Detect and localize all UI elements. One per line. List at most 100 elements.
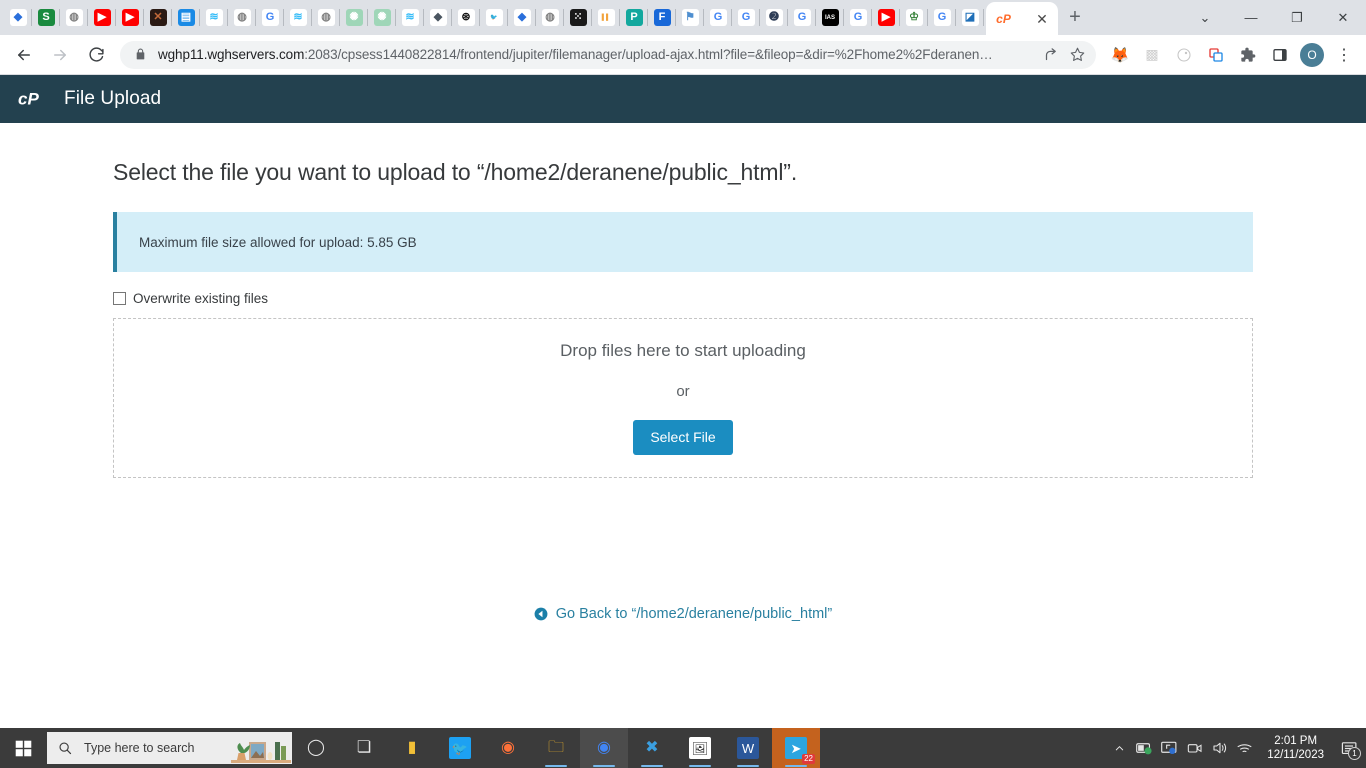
- wifi-icon[interactable]: [1232, 728, 1257, 768]
- go-back-link[interactable]: Go Back to “/home2/deranene/public_html”: [534, 606, 832, 622]
- background-tab-33[interactable]: G: [928, 0, 956, 35]
- lock-icon: [134, 48, 147, 61]
- background-tab-22[interactable]: P: [620, 0, 648, 35]
- dropzone-primary-text: Drop files here to start uploading: [560, 341, 806, 360]
- background-tab-24[interactable]: ⚑: [676, 0, 704, 35]
- background-tab-13[interactable]: ✺: [368, 0, 396, 35]
- search-input[interactable]: Type here to search: [47, 732, 292, 764]
- background-tab-20[interactable]: ⁙: [564, 0, 592, 35]
- background-tab-1[interactable]: S: [32, 0, 60, 35]
- background-tab-8[interactable]: ◍: [228, 0, 256, 35]
- tab-groups-icon[interactable]: [1201, 40, 1231, 70]
- background-tab-9[interactable]: G: [256, 0, 284, 35]
- overwrite-label[interactable]: Overwrite existing files: [133, 291, 268, 306]
- background-tab-31[interactable]: ▶: [872, 0, 900, 35]
- background-tab-32[interactable]: ♔: [900, 0, 928, 35]
- vs-code-icon[interactable]: ✖: [628, 728, 676, 768]
- screen-cast-icon[interactable]: [1157, 728, 1182, 768]
- background-tab-19[interactable]: ◍: [536, 0, 564, 35]
- forward-button[interactable]: [44, 39, 76, 71]
- twitter-icon[interactable]: 🐦: [436, 728, 484, 768]
- minimize-button[interactable]: —: [1228, 0, 1274, 35]
- background-tab-12[interactable]: ✺: [340, 0, 368, 35]
- maximize-button[interactable]: ❐: [1274, 0, 1320, 35]
- active-tab-cpanel[interactable]: cP ✕: [986, 2, 1058, 35]
- chrome-menu-icon[interactable]: ⋮: [1329, 40, 1359, 70]
- cpanel-header: cP File Upload: [0, 75, 1366, 123]
- power-bi-icon[interactable]: ▮: [388, 728, 436, 768]
- background-tab-0[interactable]: ◆: [4, 0, 32, 35]
- clock-time: 2:01 PM: [1274, 735, 1318, 747]
- background-tab-29[interactable]: IAS: [816, 0, 844, 35]
- background-tab-34[interactable]: ◪: [956, 0, 984, 35]
- task-view-icon[interactable]: ❏: [340, 728, 388, 768]
- favicon-waves-teal: ≋: [205, 9, 223, 26]
- bookmark-star-icon[interactable]: [1064, 47, 1090, 62]
- background-tab-28[interactable]: G: [788, 0, 816, 35]
- windows-taskbar: Type here to search ◯ ❏ ▮ 🐦 ◉ 🗀 ◉ ✖ 🖼 W ➤ 22: [0, 728, 1366, 768]
- favicon-flag-blue: ⚑: [681, 9, 699, 26]
- firefox-icon[interactable]: ◉: [484, 728, 532, 768]
- reload-button[interactable]: [80, 39, 112, 71]
- close-icon[interactable]: ✕: [1034, 12, 1050, 26]
- select-file-button[interactable]: Select File: [633, 420, 733, 455]
- google-chrome-icon[interactable]: ◉: [580, 728, 628, 768]
- metamask-extension-icon[interactable]: 🦊: [1105, 40, 1135, 70]
- background-tab-16[interactable]: ⊛: [452, 0, 480, 35]
- clock[interactable]: 2:01 PM 12/11/2023: [1257, 734, 1334, 762]
- background-tab-5[interactable]: ✕: [144, 0, 172, 35]
- back-button[interactable]: [8, 39, 40, 71]
- photos-icon[interactable]: 🖼: [676, 728, 724, 768]
- background-tab-17[interactable]: 🐦: [480, 0, 508, 35]
- file-explorer-icon[interactable]: 🗀: [532, 728, 580, 768]
- overwrite-existing-files-row[interactable]: Overwrite existing files: [113, 291, 1253, 306]
- side-panel-icon[interactable]: [1265, 40, 1295, 70]
- tab-search-icon[interactable]: ⌄: [1182, 0, 1228, 35]
- taskbar-pinned-apps: ◯ ❏ ▮ 🐦 ◉ 🗀 ◉ ✖ 🖼 W ➤ 22: [292, 728, 820, 768]
- background-tab-7[interactable]: ≋: [200, 0, 228, 35]
- background-tab-25[interactable]: G: [704, 0, 732, 35]
- extensions-puzzle-icon[interactable]: [1233, 40, 1263, 70]
- svg-text:cP: cP: [18, 90, 39, 109]
- action-center-icon[interactable]: 1: [1334, 728, 1364, 768]
- profile-avatar[interactable]: O: [1300, 42, 1324, 67]
- cortana-icon[interactable]: ◯: [292, 728, 340, 768]
- background-tab-15[interactable]: ◆: [424, 0, 452, 35]
- background-tab-10[interactable]: ≋: [284, 0, 312, 35]
- new-tab-button[interactable]: +: [1058, 0, 1092, 35]
- telegram-icon[interactable]: ➤ 22: [772, 728, 820, 768]
- background-tab-21[interactable]: ▌▌: [592, 0, 620, 35]
- close-window-button[interactable]: ✕: [1320, 0, 1366, 35]
- battery-saver-icon[interactable]: [1132, 728, 1157, 768]
- background-tab-18[interactable]: ◆: [508, 0, 536, 35]
- favicon-swirl-dark: ➋: [765, 9, 783, 26]
- background-tab-14[interactable]: ≋: [396, 0, 424, 35]
- background-tab-2[interactable]: ◍: [60, 0, 88, 35]
- show-hidden-icons-chevron[interactable]: [1107, 728, 1132, 768]
- page-title: File Upload: [64, 88, 162, 109]
- background-tab-11[interactable]: ◍: [312, 0, 340, 35]
- background-tab-30[interactable]: G: [844, 0, 872, 35]
- address-bar[interactable]: wghp11.wghservers.com:2083/cpsess1440822…: [120, 40, 1096, 69]
- file-dropzone[interactable]: Drop files here to start uploading or Se…: [113, 318, 1253, 478]
- grammarly-extension-icon[interactable]: ▩: [1137, 40, 1167, 70]
- search-placeholder: Type here to search: [84, 741, 195, 755]
- favicon-diamond-blue: ◆: [513, 9, 531, 26]
- honey-extension-icon[interactable]: [1169, 40, 1199, 70]
- background-tab-6[interactable]: ▤: [172, 0, 200, 35]
- word-icon[interactable]: W: [724, 728, 772, 768]
- background-tab-26[interactable]: G: [732, 0, 760, 35]
- background-tab-3[interactable]: ▶: [88, 0, 116, 35]
- overwrite-checkbox[interactable]: [113, 292, 126, 305]
- background-tab-23[interactable]: F: [648, 0, 676, 35]
- background-tab-27[interactable]: ➋: [760, 0, 788, 35]
- favicon-s-green: S: [37, 9, 55, 26]
- volume-icon[interactable]: [1207, 728, 1232, 768]
- background-tab-4[interactable]: ▶: [116, 0, 144, 35]
- browser-toolbar: wghp11.wghservers.com:2083/cpsess1440822…: [0, 35, 1366, 75]
- favicon-google: G: [261, 9, 279, 26]
- camera-icon[interactable]: [1182, 728, 1207, 768]
- start-button[interactable]: [0, 728, 46, 768]
- power-bi-icon-glyph: ▮: [407, 739, 417, 756]
- share-icon[interactable]: [1038, 47, 1064, 62]
